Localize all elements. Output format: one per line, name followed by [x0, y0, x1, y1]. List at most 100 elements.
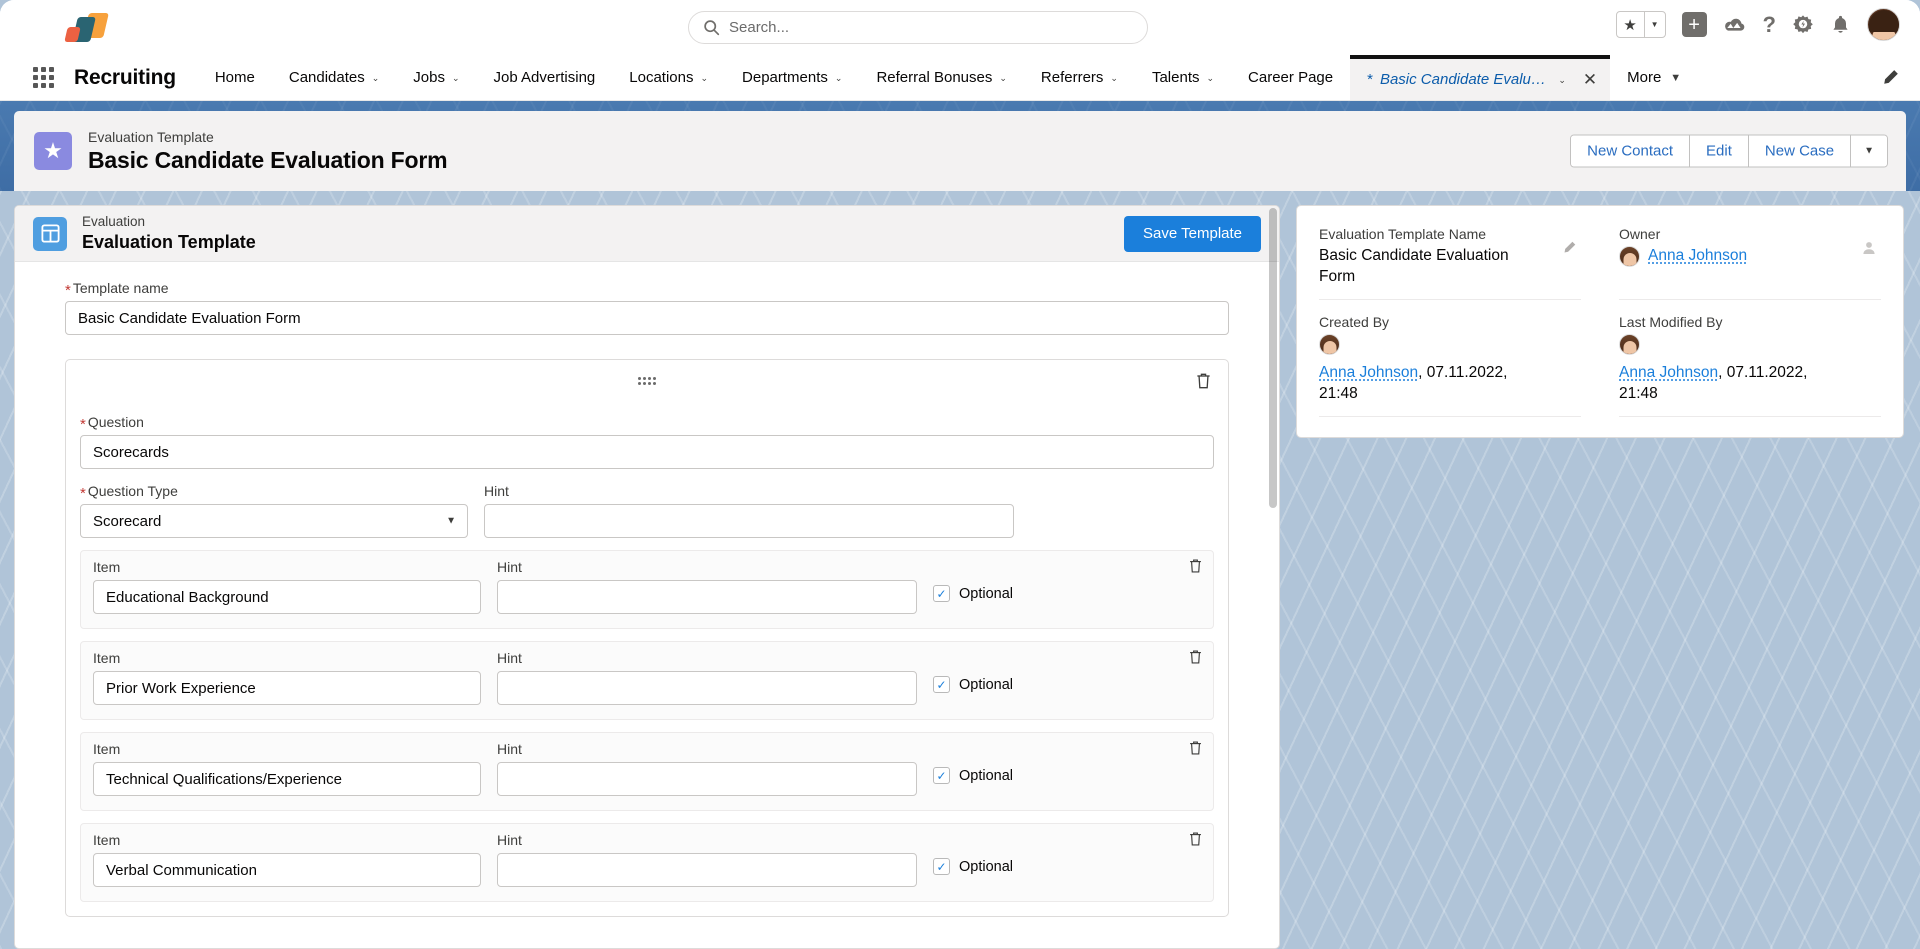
delete-item-trash-icon[interactable]: [1188, 649, 1203, 665]
created-by-avatar: [1319, 334, 1340, 355]
item-input[interactable]: [93, 671, 481, 705]
nav-item-referral-bonuses[interactable]: Referral Bonuses ⌄: [859, 55, 1023, 100]
optional-checkbox[interactable]: ✓: [933, 767, 950, 784]
nav-item-candidates[interactable]: Candidates ⌄: [272, 55, 396, 100]
nav-item-home[interactable]: Home: [198, 55, 272, 100]
item-input[interactable]: [93, 853, 481, 887]
owner-link[interactable]: Anna Johnson: [1648, 246, 1747, 267]
question-card: * Question * Question Type: [65, 359, 1229, 917]
save-template-button[interactable]: Save Template: [1124, 216, 1261, 252]
question-type-select[interactable]: [80, 504, 468, 538]
optional-checkbox-group[interactable]: ✓ Optional: [933, 741, 1013, 784]
template-layout-icon: [33, 217, 67, 251]
nav-item-departments[interactable]: Departments ⌄: [725, 55, 859, 100]
optional-checkbox[interactable]: ✓: [933, 858, 950, 875]
last-modified-by-link[interactable]: Anna Johnson: [1619, 364, 1718, 381]
item-label: Item: [93, 650, 481, 666]
delete-question-trash-icon[interactable]: [1195, 372, 1212, 390]
nav-label: Career Page: [1248, 69, 1333, 86]
tab-close-icon[interactable]: ✕: [1583, 70, 1597, 90]
last-modified-by-avatar: [1619, 334, 1640, 355]
item-hint-input[interactable]: [497, 580, 917, 614]
header-actions: ★ ▼ + ?: [1616, 8, 1900, 41]
nav-item-locations[interactable]: Locations ⌄: [612, 55, 725, 100]
form-scrollbar[interactable]: [1269, 208, 1277, 946]
item-hint-input[interactable]: [497, 853, 917, 887]
record-details-panel: Evaluation Template Name Basic Candidate…: [1296, 205, 1904, 438]
help-icon[interactable]: ?: [1763, 12, 1776, 38]
item-field-group: Item: [93, 650, 481, 705]
detail-field-template-name: Evaluation Template Name Basic Candidate…: [1319, 222, 1581, 300]
global-search[interactable]: Search...: [688, 11, 1148, 44]
hint-label: Hint: [497, 650, 917, 666]
question-field-group: * Question: [80, 414, 1214, 469]
chevron-down-icon[interactable]: ⌄: [1207, 73, 1215, 84]
new-contact-button[interactable]: New Contact: [1571, 136, 1690, 167]
detail-field-created-by: Created By Anna Johnson, 07.11.2022, 21:…: [1319, 310, 1581, 417]
nav-item-job-advertising[interactable]: Job Advertising: [477, 55, 613, 100]
template-name-input[interactable]: [65, 301, 1229, 335]
favorite-star-icon[interactable]: ★: [1617, 12, 1644, 37]
favorites-caret-icon[interactable]: ▼: [1645, 12, 1665, 37]
bell-icon[interactable]: [1830, 14, 1851, 36]
item-input[interactable]: [93, 762, 481, 796]
chevron-down-icon[interactable]: ⌄: [999, 73, 1007, 84]
edit-navigation-pencil-icon[interactable]: [1881, 55, 1900, 100]
record-header-banner: ★ Evaluation Template Basic Candidate Ev…: [0, 101, 1920, 191]
chevron-down-icon[interactable]: ⌄: [372, 73, 380, 84]
question-input[interactable]: [80, 435, 1214, 469]
detail-label: Owner: [1619, 226, 1881, 242]
delete-item-trash-icon[interactable]: [1188, 558, 1203, 574]
optional-checkbox[interactable]: ✓: [933, 676, 950, 693]
created-by-link[interactable]: Anna Johnson: [1319, 364, 1418, 381]
form-scrollbar-thumb[interactable]: [1269, 208, 1277, 508]
item-field-group: Item: [93, 559, 481, 614]
inline-edit-pencil-icon[interactable]: [1562, 240, 1577, 255]
question-type-field-group: * Question Type ▼: [80, 483, 468, 538]
nav-item-referrers[interactable]: Referrers ⌄: [1024, 55, 1135, 100]
tab-menu-chevron-icon[interactable]: ⌄: [1558, 75, 1566, 86]
app-launcher-icon: [33, 67, 54, 88]
question-hint-field-group: Hint: [484, 483, 1014, 538]
active-record-tab[interactable]: * Basic Candidate Evaluati... ⌄ ✕: [1350, 55, 1610, 100]
recruiting-app-logo: [64, 11, 110, 45]
change-owner-icon[interactable]: [1861, 240, 1877, 256]
profile-avatar[interactable]: [1867, 8, 1900, 41]
favorites-control[interactable]: ★ ▼: [1616, 11, 1666, 38]
detail-value: Anna Johnson: [1619, 246, 1849, 267]
chevron-down-icon[interactable]: ⌄: [835, 73, 843, 84]
item-hint-input[interactable]: [497, 671, 917, 705]
delete-item-trash-icon[interactable]: [1188, 831, 1203, 847]
nav-item-jobs[interactable]: Jobs ⌄: [396, 55, 476, 100]
chevron-down-icon[interactable]: ⌄: [1110, 73, 1118, 84]
record-actions-overflow-caret-icon[interactable]: ▼: [1851, 136, 1887, 167]
star-record-icon: ★: [34, 132, 72, 170]
item-hint-input[interactable]: [497, 762, 917, 796]
chevron-down-icon[interactable]: ⌄: [452, 73, 460, 84]
question-hint-input[interactable]: [484, 504, 1014, 538]
edit-button[interactable]: Edit: [1690, 136, 1749, 167]
cloud-icon[interactable]: [1723, 15, 1747, 35]
question-card-toolbar: [80, 360, 1214, 402]
hint-label: Hint: [497, 559, 917, 575]
nav-item-career-page[interactable]: Career Page: [1231, 55, 1350, 100]
item-input[interactable]: [93, 580, 481, 614]
optional-checkbox-group[interactable]: ✓ Optional: [933, 559, 1013, 602]
new-case-button[interactable]: New Case: [1749, 136, 1851, 167]
global-header: Search... ★ ▼ + ?: [0, 0, 1920, 55]
optional-checkbox-group[interactable]: ✓ Optional: [933, 832, 1013, 875]
chevron-down-icon[interactable]: ⌄: [700, 73, 708, 84]
optional-checkbox[interactable]: ✓: [933, 585, 950, 602]
nav-item-talents[interactable]: Talents ⌄: [1135, 55, 1231, 100]
nav-more-button[interactable]: More ▼: [1610, 55, 1698, 100]
optional-label: Optional: [959, 586, 1013, 602]
detail-field-owner: Owner Anna Johnson: [1619, 222, 1881, 300]
hint-label: Hint: [497, 832, 917, 848]
gear-icon[interactable]: [1792, 14, 1814, 36]
optional-checkbox-group[interactable]: ✓ Optional: [933, 650, 1013, 693]
add-icon[interactable]: +: [1682, 12, 1707, 37]
search-placeholder: Search...: [729, 19, 789, 36]
drag-handle-icon[interactable]: [638, 377, 656, 385]
delete-item-trash-icon[interactable]: [1188, 740, 1203, 756]
app-launcher-button[interactable]: [20, 55, 66, 100]
